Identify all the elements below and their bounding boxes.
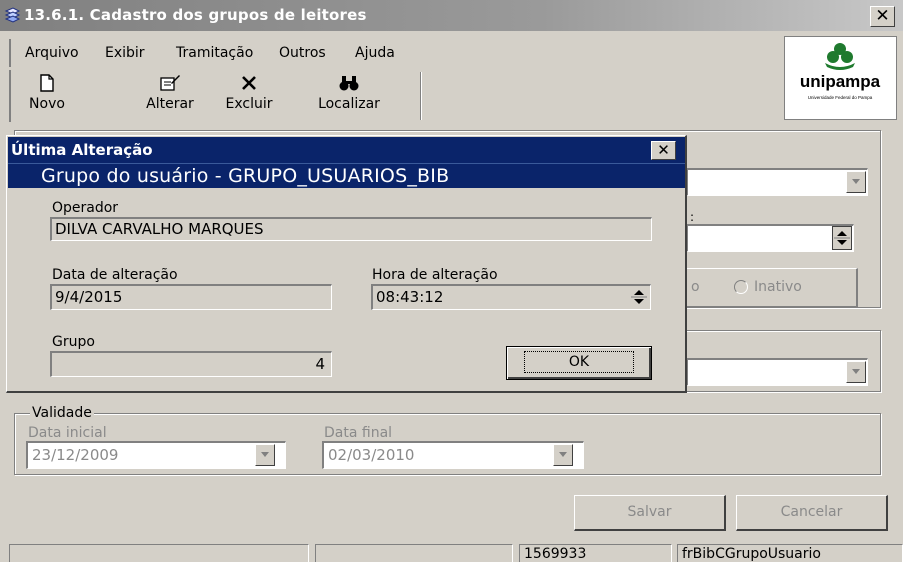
data-final-value: 02/03/2010: [328, 446, 415, 464]
dialog-subtitle: Grupo do usuário - GRUPO_USUARIOS_BIB: [41, 165, 450, 187]
toolbar: Novo Alterar Excluir Localizar: [9, 70, 421, 122]
radio-inativo-label: Inativo: [754, 279, 802, 295]
edit-icon: [135, 74, 205, 96]
operador-field: DILVA CARVALHO MARQUES: [50, 217, 652, 241]
dialog-close-button[interactable]: ✕: [651, 141, 676, 160]
data-final-dropdown-icon[interactable]: [553, 444, 573, 466]
new-document-icon: [19, 74, 75, 96]
background-spinner[interactable]: 1: [686, 224, 854, 252]
grupo-field: 4: [50, 351, 332, 377]
validade-legend: Validade: [30, 405, 94, 421]
radio-inativo-circle-icon[interactable]: [734, 280, 748, 294]
dialog-title: Última Alteração: [11, 141, 153, 159]
data-inicial-value: 23/12/2009: [32, 446, 119, 464]
operador-value: DILVA CARVALHO MARQUES: [55, 220, 264, 238]
cancel-button[interactable]: Cancelar: [736, 495, 888, 531]
localizar-label: Localizar: [318, 96, 380, 112]
menu-tramitacao[interactable]: Tramitação: [176, 45, 253, 61]
menu-bar: Arquivo Exibir Tramitação Outros Ajuda: [9, 39, 776, 67]
data-alteracao-label: Data de alteração: [52, 267, 178, 283]
save-button[interactable]: Salvar: [574, 495, 726, 531]
data-final-field[interactable]: 02/03/2010: [322, 441, 584, 469]
operador-label: Operador: [52, 200, 119, 216]
hora-spinner-icon: [629, 287, 649, 307]
grupo-label: Grupo: [52, 334, 95, 350]
hora-alteracao-label: Hora de alteração: [372, 267, 498, 283]
dialog-subtitle-bar: Grupo do usuário - GRUPO_USUARIOS_BIB: [8, 163, 685, 188]
radio-ativo-partial: o: [691, 279, 700, 295]
svg-text:unipampa: unipampa: [800, 72, 881, 91]
menu-arquivo[interactable]: Arquivo: [25, 45, 79, 61]
combo1-dropdown-arrow-icon[interactable]: [846, 171, 866, 193]
toolbar-separator: [420, 72, 422, 120]
hora-alteracao-value: 08:43:12: [376, 288, 444, 306]
status-panel-2: [315, 544, 513, 562]
background-combo-2[interactable]: [686, 358, 868, 386]
status-panel-record-id: 1569933: [519, 544, 672, 562]
status-panel-form-name: frBibCGrupoUsuario: [677, 544, 903, 562]
data-alteracao-value: 9/4/2015: [55, 288, 123, 306]
data-inicial-label: Data inicial: [28, 425, 107, 441]
novo-button[interactable]: Novo: [19, 74, 75, 120]
novo-label: Novo: [29, 96, 65, 112]
background-combo-1[interactable]: [686, 168, 868, 196]
ok-label: OK: [523, 351, 635, 373]
app-icon: [4, 7, 21, 23]
spinner-updown-icon[interactable]: [832, 226, 852, 250]
background-label-partial: :: [690, 210, 695, 224]
status-panel-1: [9, 544, 309, 562]
logo-mark-icon: unipampa Universidade Federal do Pampa: [800, 43, 881, 100]
data-inicial-dropdown-icon[interactable]: [255, 444, 275, 466]
data-final-label: Data final: [324, 425, 393, 441]
window-title: 13.6.1. Cadastro dos grupos de leitores: [24, 6, 367, 24]
alterar-label: Alterar: [146, 96, 194, 112]
binoculars-icon: [311, 74, 387, 96]
dialog-title-bar[interactable]: Última Alteração ✕: [8, 137, 685, 163]
status-radio-group: o Inativo: [686, 268, 858, 308]
excluir-button[interactable]: Excluir: [219, 74, 279, 120]
alterar-button[interactable]: Alterar: [135, 74, 205, 120]
grupo-value: 4: [315, 355, 325, 373]
svg-text:Universidade Federal do Pampa: Universidade Federal do Pampa: [808, 95, 873, 100]
close-icon: ✕: [875, 6, 890, 26]
main-window: 13.6.1. Cadastro dos grupos de leitores …: [0, 0, 903, 562]
hora-alteracao-field: 08:43:12: [371, 284, 651, 310]
ultima-alteracao-dialog: Última Alteração ✕ Grupo do usuário - GR…: [6, 135, 687, 393]
combo2-dropdown-arrow-icon[interactable]: [846, 361, 866, 383]
unipampa-logo: unipampa Universidade Federal do Pampa: [784, 36, 897, 120]
menu-outros[interactable]: Outros: [279, 45, 326, 61]
delete-x-icon: [219, 74, 279, 96]
close-icon: ✕: [657, 141, 670, 159]
ok-button[interactable]: OK: [506, 346, 652, 380]
localizar-button[interactable]: Localizar: [311, 74, 387, 120]
menu-ajuda[interactable]: Ajuda: [355, 45, 395, 61]
menu-exibir[interactable]: Exibir: [105, 45, 145, 61]
data-inicial-field[interactable]: 23/12/2009: [26, 441, 286, 469]
data-alteracao-field: 9/4/2015: [50, 284, 332, 310]
title-bar[interactable]: 13.6.1. Cadastro dos grupos de leitores: [0, 0, 903, 31]
excluir-label: Excluir: [225, 96, 273, 112]
window-close-button[interactable]: ✕: [870, 6, 895, 27]
